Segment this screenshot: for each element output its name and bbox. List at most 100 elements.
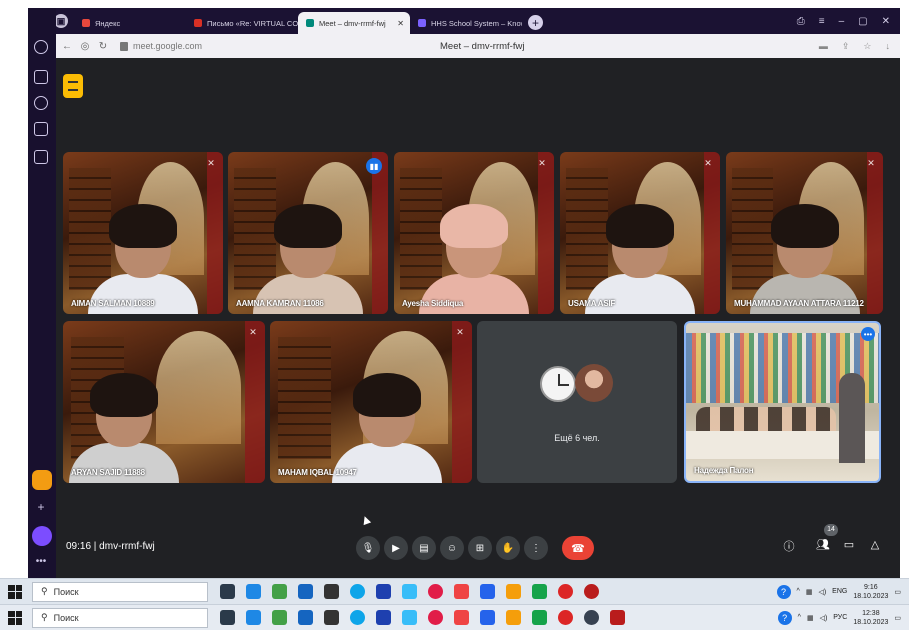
screenshot-icon[interactable] xyxy=(34,150,48,164)
mail-icon[interactable] xyxy=(298,584,313,599)
camera-button[interactable]: ▶ xyxy=(384,536,408,560)
more-options-button[interactable]: ⋮ xyxy=(524,536,548,560)
app-icon[interactable] xyxy=(376,610,391,625)
app-icon[interactable] xyxy=(610,610,625,625)
close-tab-icon[interactable]: ✕ xyxy=(397,19,404,28)
app-icon[interactable] xyxy=(376,584,391,599)
app-icon[interactable] xyxy=(506,610,521,625)
participant-tile[interactable]: ✕ MUHAMMAD AYAAN ATTARA 11212 xyxy=(726,152,883,314)
bookmark-icon[interactable]: ⎙ xyxy=(797,16,805,27)
download-icon[interactable]: ↓ xyxy=(886,41,891,52)
activities-shapes-icon[interactable]: △ xyxy=(866,538,884,556)
yandex-browser-icon[interactable] xyxy=(428,584,443,599)
help-icon[interactable]: ? xyxy=(777,610,792,625)
share-icon[interactable]: ⇪ xyxy=(842,41,850,52)
mail-icon[interactable] xyxy=(298,610,313,625)
shield-icon[interactable]: ◎ xyxy=(76,41,94,52)
yandex-icon[interactable] xyxy=(454,610,469,625)
language-indicator[interactable]: РУС xyxy=(833,614,847,621)
chevron-up-icon[interactable]: ^ xyxy=(798,614,801,621)
help-icon[interactable]: ? xyxy=(776,584,791,599)
more-participants-tile[interactable]: Ещё 6 чел. xyxy=(477,321,677,483)
tab-school-system[interactable]: HHS School System – Know xyxy=(410,12,522,34)
app-icon[interactable] xyxy=(324,610,339,625)
participant-tile-pinned[interactable]: ••• Надежда Палон xyxy=(684,321,881,483)
volume-icon[interactable]: ◁) xyxy=(818,588,826,596)
language-indicator[interactable]: ENG xyxy=(832,588,847,595)
taskbar-clock[interactable]: 12:38 18.10.2023 xyxy=(853,609,888,627)
reload-icon[interactable]: ↻ xyxy=(94,41,112,52)
tab-yandex[interactable]: Яндекс xyxy=(74,12,186,34)
notes-icon[interactable] xyxy=(34,122,48,136)
more-icon[interactable]: ••• xyxy=(34,556,48,570)
new-tab-button[interactable]: + xyxy=(528,15,543,30)
media-player-icon[interactable] xyxy=(584,610,599,625)
edge-icon[interactable] xyxy=(350,584,365,599)
participant-tile[interactable]: ▮▮ AAMNA KAMRAN 11086 xyxy=(228,152,388,314)
task-view-icon[interactable] xyxy=(220,584,235,599)
url-field[interactable]: meet.google.com xyxy=(133,41,202,51)
alice-app-icon[interactable] xyxy=(32,526,52,546)
bookmark-star-icon[interactable]: ☆ xyxy=(863,41,871,52)
downloads-icon[interactable]: ≡ xyxy=(819,16,825,27)
close-window-button[interactable]: ✕ xyxy=(882,16,890,27)
yandex-browser-icon[interactable] xyxy=(428,610,443,625)
app-icon[interactable] xyxy=(272,610,287,625)
present-button[interactable]: ⊞ xyxy=(468,536,492,560)
mic-button[interactable]: 🎙︎ xyxy=(356,536,380,560)
chat-icon[interactable]: ▭ xyxy=(840,538,858,556)
tab-actions-icon[interactable]: ▣ xyxy=(54,14,68,28)
tab-meet[interactable]: Meet – dmv-rrmf-fwj ✕ xyxy=(298,12,410,34)
volume-icon[interactable]: ◁) xyxy=(820,614,828,622)
participant-tile[interactable]: ✕ ARYAN SAJID 11888 xyxy=(63,321,265,483)
taskbar-clock[interactable]: 9:16 18.10.2023 xyxy=(853,583,888,601)
app-icon[interactable] xyxy=(584,584,599,599)
tab-mail[interactable]: Письмо «Re: VIRTUAL CO xyxy=(186,12,298,34)
opera-icon[interactable] xyxy=(558,584,573,599)
back-icon[interactable]: ← xyxy=(58,41,76,52)
captions-button[interactable]: ▤ xyxy=(412,536,436,560)
excel-icon[interactable] xyxy=(532,584,547,599)
notifications-icon[interactable]: ▭ xyxy=(894,588,901,596)
chevron-up-icon[interactable]: ^ xyxy=(797,588,800,595)
app-icon[interactable] xyxy=(324,584,339,599)
minimize-button[interactable]: – xyxy=(839,16,845,27)
more-options-icon[interactable]: ••• xyxy=(861,327,875,341)
excel-icon[interactable] xyxy=(532,610,547,625)
taskbar-search-input[interactable]: ⚲ Поиск xyxy=(32,581,208,602)
app-icon[interactable] xyxy=(506,584,521,599)
task-view-icon[interactable] xyxy=(220,610,235,625)
word-icon[interactable] xyxy=(480,610,495,625)
opera-icon[interactable] xyxy=(558,610,573,625)
activities-icon[interactable] xyxy=(63,74,83,98)
app-icon[interactable] xyxy=(272,584,287,599)
windows-start-icon[interactable] xyxy=(8,584,22,599)
yandex-icon[interactable] xyxy=(454,584,469,599)
app-icon[interactable] xyxy=(402,610,417,625)
add-icon[interactable]: + xyxy=(34,500,48,514)
edge-icon[interactable] xyxy=(350,610,365,625)
mail-app-icon[interactable] xyxy=(32,470,52,490)
leave-call-button[interactable]: ☎ xyxy=(562,536,594,560)
word-icon[interactable] xyxy=(480,584,495,599)
participant-tile[interactable]: ✕ AIMAN SALMAN 10889 xyxy=(63,152,223,314)
people-icon[interactable]: 👥︎ xyxy=(814,538,832,556)
participant-tile[interactable]: ✕ MAHAM IQBAL 10947 xyxy=(270,321,472,483)
participant-tile[interactable]: ✕ USAMA ASIF xyxy=(560,152,720,314)
taskbar-search-input[interactable]: ⚲ Поиск xyxy=(32,607,208,628)
history-icon[interactable] xyxy=(34,40,48,54)
app-icon[interactable] xyxy=(246,584,261,599)
maximize-button[interactable]: ▢ xyxy=(858,16,867,27)
play-icon[interactable] xyxy=(34,96,48,110)
app-icon[interactable] xyxy=(402,584,417,599)
info-icon[interactable]: ⓘ xyxy=(780,538,798,556)
emoji-button[interactable]: ☺ xyxy=(440,536,464,560)
network-icon[interactable]: ▦ xyxy=(807,614,814,622)
windows-start-icon[interactable] xyxy=(8,610,22,625)
notifications-icon[interactable]: ▭ xyxy=(894,614,901,622)
participant-tile[interactable]: ✕ Ayesha Siddiqua xyxy=(394,152,554,314)
collections-icon[interactable] xyxy=(34,70,48,84)
extensions-icon[interactable]: ▬ xyxy=(819,41,828,52)
raise-hand-button[interactable]: ✋ xyxy=(496,536,520,560)
app-icon[interactable] xyxy=(246,610,261,625)
